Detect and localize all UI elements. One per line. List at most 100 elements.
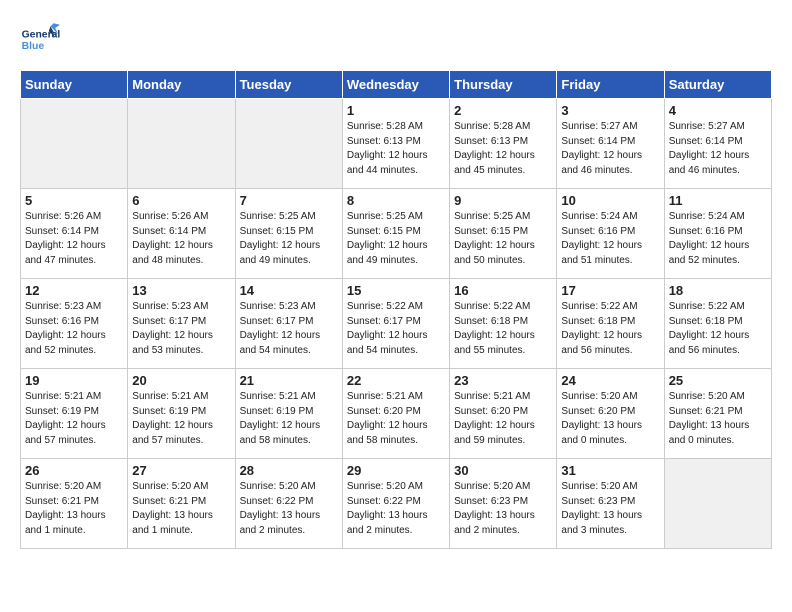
calendar-cell (235, 99, 342, 189)
logo-icon: General Blue (20, 20, 60, 60)
calendar-cell: 29Sunrise: 5:20 AM Sunset: 6:22 PM Dayli… (342, 459, 449, 549)
logo: General Blue (20, 20, 60, 60)
calendar-cell: 1 Sunrise: 5:28 AM Sunset: 6:13 PM Daylig… (342, 99, 449, 189)
day-number: 23 (454, 373, 552, 388)
calendar-cell: 12Sunrise: 5:23 AM Sunset: 6:16 PM Dayli… (21, 279, 128, 369)
day-info: Sunrise: 5:20 AM Sunset: 6:21 PM Dayligh… (132, 480, 230, 538)
day-info: Sunrise: 5:28 AM Sunset: 6:13 PM Dayligh… (454, 120, 552, 178)
day-info: Sunrise: 5:20 AM Sunset: 6:21 PM Dayligh… (669, 390, 767, 448)
calendar-cell: 2Sunrise: 5:28 AM Sunset: 6:13 PM Daylig… (450, 99, 557, 189)
day-number: 16 (454, 283, 552, 298)
day-info: Sunrise: 5:22 AM Sunset: 6:18 PM Dayligh… (669, 300, 767, 358)
day-number: 27 (132, 463, 230, 478)
column-header-thursday: Thursday (450, 71, 557, 99)
day-number: 29 (347, 463, 445, 478)
day-info: Sunrise: 5:21 AM Sunset: 6:19 PM Dayligh… (240, 390, 338, 448)
day-info: Sunrise: 5:20 AM Sunset: 6:23 PM Dayligh… (561, 480, 659, 538)
day-number: 24 (561, 373, 659, 388)
calendar-cell: 14Sunrise: 5:23 AM Sunset: 6:17 PM Dayli… (235, 279, 342, 369)
day-info: Sunrise: 5:21 AM Sunset: 6:20 PM Dayligh… (347, 390, 445, 448)
day-number: 21 (240, 373, 338, 388)
day-number: 8 (347, 193, 445, 208)
calendar-week-row: 26 Sunrise: 5:20 AM Sunset: 6:21 PM Dayli… (21, 459, 772, 549)
day-number: 31 (561, 463, 659, 478)
day-info: Sunrise: 5:20 AM Sunset: 6:20 PM Dayligh… (561, 390, 659, 448)
calendar-cell: 27 Sunrise: 5:20 AM Sunset: 6:21 PM Dayli… (128, 459, 235, 549)
calendar-week-row: 19 Sunrise: 5:21 AM Sunset: 6:19 PM Dayli… (21, 369, 772, 459)
calendar-cell: 21 Sunrise: 5:21 AM Sunset: 6:19 PM Dayli… (235, 369, 342, 459)
day-info: Sunrise: 5:26 AM Sunset: 6:14 PM Dayligh… (25, 210, 123, 268)
day-info: Sunrise: 5:28 AM Sunset: 6:13 PM Dayligh… (347, 120, 445, 178)
day-number: 12 (25, 283, 123, 298)
day-number: 11 (669, 193, 767, 208)
day-info: Sunrise: 5:22 AM Sunset: 6:18 PM Dayligh… (561, 300, 659, 358)
column-header-saturday: Saturday (664, 71, 771, 99)
day-info: Sunrise: 5:20 AM Sunset: 6:21 PM Dayligh… (25, 480, 123, 538)
calendar-cell: 20 Sunrise: 5:21 AM Sunset: 6:19 PM Dayli… (128, 369, 235, 459)
calendar-cell: 30Sunrise: 5:20 AM Sunset: 6:23 PM Dayli… (450, 459, 557, 549)
day-info: Sunrise: 5:21 AM Sunset: 6:20 PM Dayligh… (454, 390, 552, 448)
day-number: 5 (25, 193, 123, 208)
calendar-cell: 5 Sunrise: 5:26 AM Sunset: 6:14 PM Daylig… (21, 189, 128, 279)
day-info: Sunrise: 5:24 AM Sunset: 6:16 PM Dayligh… (669, 210, 767, 268)
calendar-cell: 11 Sunrise: 5:24 AM Sunset: 6:16 PM Dayli… (664, 189, 771, 279)
column-header-friday: Friday (557, 71, 664, 99)
calendar-cell: 15Sunrise: 5:22 AM Sunset: 6:17 PM Dayli… (342, 279, 449, 369)
calendar-cell: 4 Sunrise: 5:27 AM Sunset: 6:14 PM Daylig… (664, 99, 771, 189)
day-info: Sunrise: 5:21 AM Sunset: 6:19 PM Dayligh… (132, 390, 230, 448)
calendar-table: SundayMondayTuesdayWednesdayThursdayFrid… (20, 70, 772, 549)
calendar-cell: 25 Sunrise: 5:20 AM Sunset: 6:21 PM Dayli… (664, 369, 771, 459)
column-header-sunday: Sunday (21, 71, 128, 99)
day-number: 1 (347, 103, 445, 118)
day-number: 17 (561, 283, 659, 298)
day-info: Sunrise: 5:25 AM Sunset: 6:15 PM Dayligh… (454, 210, 552, 268)
calendar-cell: 16 Sunrise: 5:22 AM Sunset: 6:18 PM Dayli… (450, 279, 557, 369)
calendar-cell: 23 Sunrise: 5:21 AM Sunset: 6:20 PM Dayli… (450, 369, 557, 459)
calendar-cell: 26 Sunrise: 5:20 AM Sunset: 6:21 PM Dayli… (21, 459, 128, 549)
day-number: 25 (669, 373, 767, 388)
calendar-cell: 8 Sunrise: 5:25 AM Sunset: 6:15 PM Daylig… (342, 189, 449, 279)
calendar-cell: 19 Sunrise: 5:21 AM Sunset: 6:19 PM Dayli… (21, 369, 128, 459)
column-header-tuesday: Tuesday (235, 71, 342, 99)
day-info: Sunrise: 5:22 AM Sunset: 6:17 PM Dayligh… (347, 300, 445, 358)
page-header: General Blue (20, 20, 772, 60)
calendar-cell: 24 Sunrise: 5:20 AM Sunset: 6:20 PM Dayli… (557, 369, 664, 459)
day-info: Sunrise: 5:22 AM Sunset: 6:18 PM Dayligh… (454, 300, 552, 358)
calendar-cell (128, 99, 235, 189)
calendar-cell: 18 Sunrise: 5:22 AM Sunset: 6:18 PM Dayli… (664, 279, 771, 369)
day-number: 3 (561, 103, 659, 118)
day-number: 4 (669, 103, 767, 118)
day-info: Sunrise: 5:27 AM Sunset: 6:14 PM Dayligh… (561, 120, 659, 178)
calendar-cell: 7Sunrise: 5:25 AM Sunset: 6:15 PM Daylig… (235, 189, 342, 279)
calendar-cell: 13 Sunrise: 5:23 AM Sunset: 6:17 PM Dayli… (128, 279, 235, 369)
day-info: Sunrise: 5:24 AM Sunset: 6:16 PM Dayligh… (561, 210, 659, 268)
day-info: Sunrise: 5:25 AM Sunset: 6:15 PM Dayligh… (347, 210, 445, 268)
calendar-header-row: SundayMondayTuesdayWednesdayThursdayFrid… (21, 71, 772, 99)
column-header-monday: Monday (128, 71, 235, 99)
day-number: 7 (240, 193, 338, 208)
day-number: 13 (132, 283, 230, 298)
calendar-cell: 17 Sunrise: 5:22 AM Sunset: 6:18 PM Dayli… (557, 279, 664, 369)
svg-text:General: General (22, 30, 60, 41)
day-info: Sunrise: 5:20 AM Sunset: 6:23 PM Dayligh… (454, 480, 552, 538)
day-info: Sunrise: 5:27 AM Sunset: 6:14 PM Dayligh… (669, 120, 767, 178)
day-number: 28 (240, 463, 338, 478)
calendar-week-row: 1 Sunrise: 5:28 AM Sunset: 6:13 PM Daylig… (21, 99, 772, 189)
day-info: Sunrise: 5:21 AM Sunset: 6:19 PM Dayligh… (25, 390, 123, 448)
day-info: Sunrise: 5:23 AM Sunset: 6:17 PM Dayligh… (132, 300, 230, 358)
day-number: 22 (347, 373, 445, 388)
day-number: 19 (25, 373, 123, 388)
calendar-cell: 28Sunrise: 5:20 AM Sunset: 6:22 PM Dayli… (235, 459, 342, 549)
calendar-cell: 6Sunrise: 5:26 AM Sunset: 6:14 PM Daylig… (128, 189, 235, 279)
day-number: 26 (25, 463, 123, 478)
day-number: 20 (132, 373, 230, 388)
day-number: 18 (669, 283, 767, 298)
calendar-cell: 31 Sunrise: 5:20 AM Sunset: 6:23 PM Dayli… (557, 459, 664, 549)
svg-text:Blue: Blue (22, 41, 45, 52)
day-number: 6 (132, 193, 230, 208)
calendar-cell: 9Sunrise: 5:25 AM Sunset: 6:15 PM Daylig… (450, 189, 557, 279)
calendar-cell (21, 99, 128, 189)
day-number: 10 (561, 193, 659, 208)
calendar-cell: 22 Sunrise: 5:21 AM Sunset: 6:20 PM Dayli… (342, 369, 449, 459)
calendar-cell (664, 459, 771, 549)
